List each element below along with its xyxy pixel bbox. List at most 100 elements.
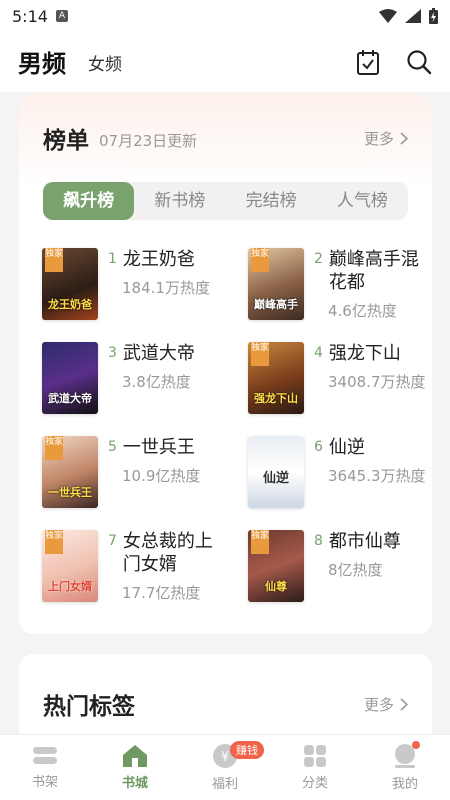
book-cover[interactable]: 独家 上门女婿 [42, 530, 98, 602]
exclusive-badge: 独家 [45, 436, 63, 460]
notification-dot [412, 741, 420, 749]
book-cover[interactable]: 独家 仙尊 [248, 530, 304, 602]
book-heat: 3408.7万热度 [328, 373, 426, 391]
nav-label: 书架 [31, 775, 58, 790]
rank-number: 8 [314, 533, 323, 549]
rank-number: 7 [108, 533, 117, 549]
sim-icon: A [55, 10, 68, 22]
nav-label: 书城 [121, 776, 148, 791]
app-header: 男频 女频 [0, 32, 450, 92]
checkin-icon[interactable] [356, 49, 380, 75]
book-item[interactable]: 独家 龙王奶爸 1 龙王奶爸 184.1万热度 [42, 248, 248, 320]
content-scroll[interactable]: 榜单 07月23日更新 更多 飙升榜 新书榜 完结榜 人气榜 独家 龙王奶爸 1… [0, 92, 450, 734]
status-bar: 5:14 A [0, 0, 450, 32]
cover-title: 仙逆 [262, 471, 289, 486]
ranking-updated: 07月23日更新 [99, 131, 198, 150]
exclusive-badge: 独家 [45, 530, 63, 554]
book-item[interactable]: 独家 巅峰高手 2 巅峰高手混花都 4.6亿热度 [248, 248, 438, 320]
ranking-tabs: 飙升榜 新书榜 完结榜 人气榜 [43, 182, 408, 220]
nav-profile[interactable]: 我的 [360, 735, 450, 800]
hot-tags-title: 热门标签 [43, 694, 135, 720]
nav-welfare[interactable]: ¥ 赚钱 福利 [180, 735, 270, 800]
tab-male[interactable]: 男频 [18, 44, 68, 81]
book-cover[interactable]: 仙逆 [248, 436, 304, 508]
book-item[interactable]: 武道大帝 3 武道大帝 3.8亿热度 [42, 342, 248, 414]
book-heat: 17.7亿热度 [122, 584, 201, 602]
more-label: 更多 [363, 129, 394, 148]
book-title: 龙王奶爸 [122, 249, 195, 270]
book-heat: 3.8亿热度 [122, 373, 191, 391]
book-item[interactable]: 独家 上门女婿 7 女总裁的上门女婿 17.7亿热度 [42, 530, 248, 602]
nav-bookstore[interactable]: 书城 [90, 735, 180, 800]
book-cover[interactable]: 武道大帝 [42, 342, 98, 414]
book-title: 仙逆 [328, 437, 365, 458]
nav-category[interactable]: 分类 [270, 735, 360, 800]
cover-title: 一世兵王 [48, 486, 92, 499]
book-item[interactable]: 仙逆 6 仙逆 3645.3万热度 [248, 436, 438, 508]
book-title: 巅峰高手混花都 [328, 249, 419, 293]
search-icon[interactable] [406, 49, 432, 75]
book-heat: 4.6亿热度 [328, 302, 397, 320]
signal-icon [405, 9, 421, 23]
cover-title: 武道大帝 [48, 392, 92, 405]
book-heat: 3645.3万热度 [328, 467, 426, 485]
grid-icon [304, 745, 326, 767]
earn-badge: 赚钱 [230, 741, 264, 759]
svg-text:¥: ¥ [221, 750, 229, 765]
tab-finished[interactable]: 完结榜 [226, 182, 317, 220]
book-cover[interactable]: 独家 一世兵王 [42, 436, 98, 508]
tab-female[interactable]: 女频 [88, 50, 122, 75]
book-heat: 10.9亿热度 [122, 467, 201, 485]
chevron-right-icon [400, 131, 408, 145]
tab-popular[interactable]: 人气榜 [317, 182, 408, 220]
rank-number: 1 [108, 251, 117, 267]
hot-tags-more-link[interactable]: 更多 [364, 694, 408, 715]
book-title: 一世兵王 [122, 437, 195, 458]
status-time: 5:14 [12, 6, 48, 26]
exclusive-badge: 独家 [251, 342, 269, 366]
nav-label: 分类 [301, 776, 328, 791]
book-item[interactable]: 独家 一世兵王 5 一世兵王 10.9亿热度 [42, 436, 248, 508]
rank-number: 3 [108, 345, 117, 361]
nav-bookshelf[interactable]: 书架 [0, 735, 90, 800]
bottom-nav: 书架 书城 ¥ 赚钱 福利 分类 我的 [0, 734, 450, 800]
book-title: 强龙下山 [328, 343, 401, 364]
status-icons [379, 8, 438, 24]
rank-number: 4 [314, 345, 323, 361]
home-icon [123, 745, 147, 767]
book-title: 都市仙尊 [328, 531, 401, 552]
book-title: 女总裁的上门女婿 [122, 531, 213, 575]
book-cover[interactable]: 独家 巅峰高手 [248, 248, 304, 320]
ranking-card: 榜单 07月23日更新 更多 飙升榜 新书榜 完结榜 人气榜 独家 龙王奶爸 1… [19, 94, 432, 634]
book-item[interactable]: 独家 仙尊 8 都市仙尊 8亿热度 [248, 530, 438, 602]
cover-title: 巅峰高手 [254, 298, 298, 311]
rank-number: 6 [314, 439, 323, 455]
bookshelf-icon [33, 747, 57, 764]
book-heat: 184.1万热度 [122, 279, 210, 297]
exclusive-badge: 独家 [251, 530, 269, 554]
ranking-title: 榜单 [43, 128, 89, 154]
tab-rising[interactable]: 飙升榜 [43, 182, 135, 220]
rank-number: 5 [108, 439, 117, 455]
more-label: 更多 [363, 695, 394, 714]
rank-number: 2 [314, 251, 323, 267]
cover-title: 龙王奶爸 [48, 298, 92, 311]
cover-title: 强龙下山 [254, 392, 298, 405]
battery-icon [429, 8, 438, 24]
ranking-more-link[interactable]: 更多 [364, 128, 408, 149]
hot-tags-card: 热门标签 更多 [19, 654, 432, 734]
book-cover[interactable]: 独家 强龙下山 [248, 342, 304, 414]
exclusive-badge: 独家 [251, 248, 269, 272]
book-title: 武道大帝 [122, 343, 195, 364]
nav-label: 福利 [211, 777, 238, 792]
tab-new[interactable]: 新书榜 [134, 182, 225, 220]
wifi-icon [379, 9, 397, 23]
exclusive-badge: 独家 [45, 248, 63, 272]
cover-title: 仙尊 [265, 580, 287, 593]
book-item[interactable]: 独家 强龙下山 4 强龙下山 3408.7万热度 [248, 342, 438, 414]
ranking-list: 独家 龙王奶爸 1 龙王奶爸 184.1万热度 独家 巅峰高手 2 巅峰高手混花都 … [19, 248, 432, 602]
book-heat: 8亿热度 [328, 561, 383, 579]
chevron-right-icon [400, 697, 408, 711]
nav-label: 我的 [391, 777, 418, 792]
book-cover[interactable]: 独家 龙王奶爸 [42, 248, 98, 320]
